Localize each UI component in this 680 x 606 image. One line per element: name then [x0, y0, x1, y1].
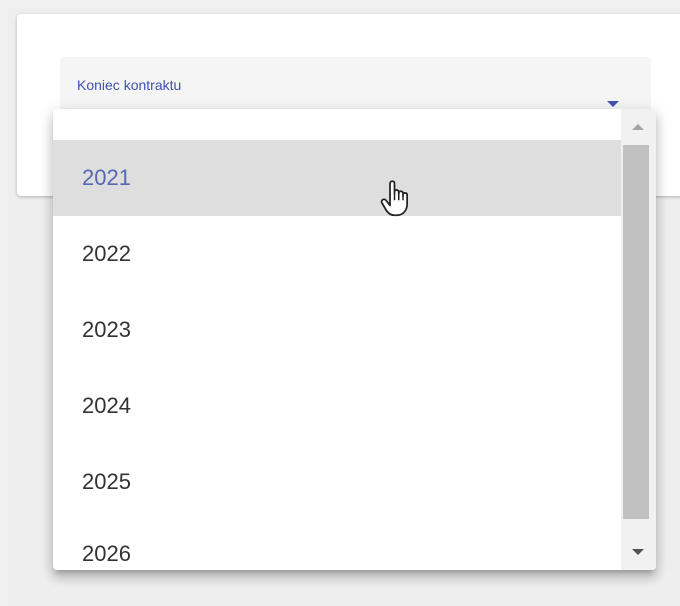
year-option-label: 2025: [82, 469, 131, 494]
hand-pointer-icon: [380, 180, 408, 217]
year-dropdown-panel: 2021 2022 2023 2024 2025 2026: [53, 109, 656, 570]
year-option-label: 2024: [82, 393, 131, 418]
chevron-down-icon[interactable]: [632, 549, 644, 555]
year-option-label: 2021: [82, 165, 131, 190]
scrollbar-thumb[interactable]: [623, 145, 649, 519]
contract-end-label: Koniec kontraktu: [77, 77, 182, 93]
year-option-label: 2026: [82, 541, 131, 566]
year-option-label: 2022: [82, 241, 131, 266]
year-option-2024[interactable]: 2024: [53, 368, 621, 444]
dropdown-scrollbar[interactable]: [621, 109, 656, 570]
year-option-2022[interactable]: 2022: [53, 216, 621, 292]
chevron-up-icon[interactable]: [632, 124, 644, 130]
year-option-2023[interactable]: 2023: [53, 292, 621, 368]
year-option-2021[interactable]: 2021: [53, 140, 621, 216]
caret-down-icon[interactable]: [607, 101, 619, 107]
year-option-2025[interactable]: 2025: [53, 444, 621, 520]
year-option-2026[interactable]: 2026: [53, 516, 621, 570]
year-option-list: 2021 2022 2023 2024 2025 2026: [53, 109, 621, 570]
year-option-label: 2023: [82, 317, 131, 342]
